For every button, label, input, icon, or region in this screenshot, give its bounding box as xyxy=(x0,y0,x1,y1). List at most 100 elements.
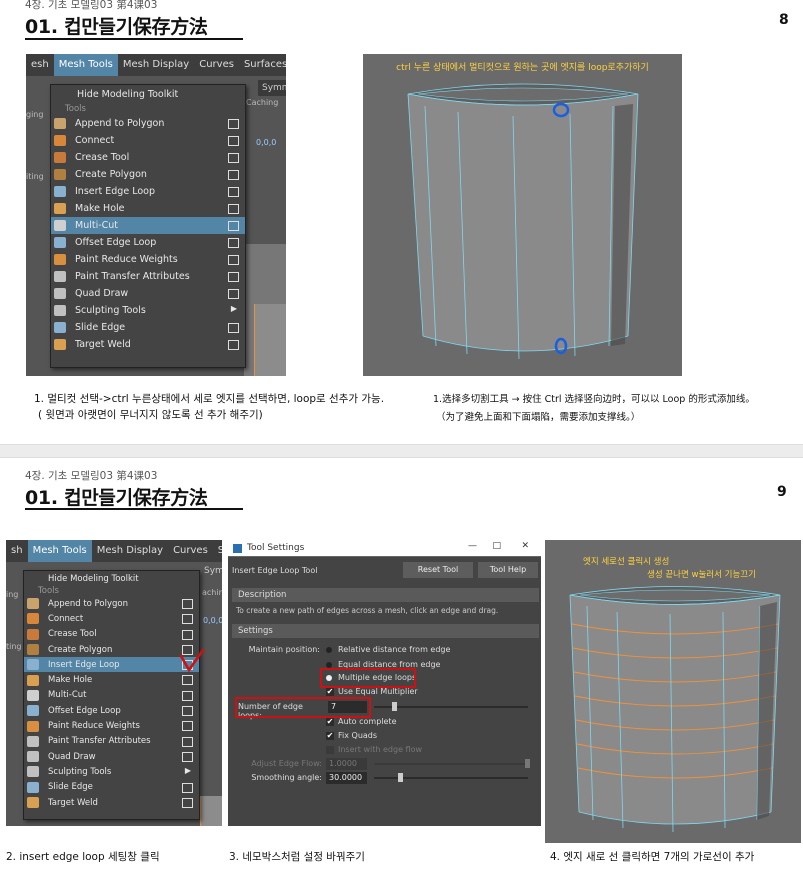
menu-item-paint-transfer-attributes[interactable]: Paint Transfer Attributes xyxy=(24,734,199,749)
menu-item-label: Paint Reduce Weights xyxy=(48,721,140,732)
option-box-icon[interactable] xyxy=(228,136,239,146)
menu-item-slide-edge[interactable]: Slide Edge xyxy=(24,780,199,795)
option-box-icon[interactable] xyxy=(228,289,239,299)
option-box-icon[interactable] xyxy=(228,187,239,197)
menu-item-paint-reduce-weights[interactable]: Paint Reduce Weights xyxy=(51,251,245,268)
menu-item-quad-draw[interactable]: Quad Draw xyxy=(24,749,199,764)
option-box-icon[interactable] xyxy=(182,599,193,609)
settings-header[interactable]: Settings xyxy=(232,624,539,638)
append-to-polygon-icon xyxy=(54,118,66,129)
menu-item-crease-tool[interactable]: Crease Tool xyxy=(24,627,199,642)
menu-mesh[interactable]: esh xyxy=(26,54,54,76)
menu-curves-p9[interactable]: Curves xyxy=(168,540,213,562)
quad-draw-icon xyxy=(27,751,39,763)
smoothing-angle-field[interactable]: 30.0000 xyxy=(326,772,367,784)
maya-menubar-p9: sh Mesh Tools Mesh Display Curves Surfac… xyxy=(6,540,222,562)
option-box-icon[interactable] xyxy=(182,629,193,640)
auto-complete-checkbox[interactable]: ✔ Auto complete xyxy=(326,717,396,726)
option-box-icon[interactable] xyxy=(228,153,239,163)
menu-item-connect[interactable]: Connect xyxy=(51,132,245,149)
symmetry-field[interactable]: Symme xyxy=(258,80,286,96)
connect-icon xyxy=(27,613,39,625)
menu-surfaces-p9[interactable]: Surfaces xyxy=(213,540,222,562)
menu-item-make-hole[interactable]: Make Hole xyxy=(24,672,199,687)
minimize-icon[interactable]: — xyxy=(468,541,477,551)
menu-item-quad-draw[interactable]: Quad Draw xyxy=(51,285,245,302)
menu-item-label: Offset Edge Loop xyxy=(48,705,121,716)
ging-label: ging xyxy=(26,110,44,119)
menu-item-slide-edge[interactable]: Slide Edge xyxy=(51,319,245,336)
option-box-icon[interactable] xyxy=(228,221,239,231)
close-icon[interactable]: ✕ xyxy=(521,541,529,551)
menu-item-insert-edge-loop[interactable]: Insert Edge Loop xyxy=(24,657,199,673)
menu-mesh-display[interactable]: Mesh Display xyxy=(118,54,194,76)
insert-with-edge-flow-checkbox[interactable]: Insert with edge flow xyxy=(326,745,422,754)
menu-curves[interactable]: Curves xyxy=(194,54,239,76)
option-box-icon[interactable] xyxy=(228,238,239,248)
menu-item-label: Connect xyxy=(48,613,84,624)
menu-item-target-weld[interactable]: Target Weld xyxy=(51,336,245,353)
option-box-icon[interactable] xyxy=(182,751,193,762)
menu-item-create-polygon[interactable]: Create Polygon xyxy=(24,642,199,657)
option-box-icon[interactable] xyxy=(228,170,239,180)
option-box-icon[interactable] xyxy=(228,119,239,129)
multi-cut-icon xyxy=(54,220,66,231)
menu-item-multi-cut[interactable]: Multi-Cut xyxy=(51,217,245,234)
option-box-icon[interactable] xyxy=(228,340,239,350)
chapter-label-p9: 4장. 기초 모델링03 第4课03 xyxy=(25,470,158,482)
edge-loops-slider-knob[interactable] xyxy=(392,702,397,711)
reset-tool-button[interactable]: Reset Tool xyxy=(403,562,473,578)
option-box-icon[interactable] xyxy=(182,782,193,793)
menu-mesh-p9[interactable]: sh xyxy=(6,540,28,562)
option-box-icon[interactable] xyxy=(182,721,193,732)
adjust-edge-flow-slider[interactable] xyxy=(374,763,528,765)
menu-item-target-weld[interactable]: Target Weld xyxy=(24,795,199,810)
menu-mesh-display-p9[interactable]: Mesh Display xyxy=(92,540,168,562)
menu-item-make-hole[interactable]: Make Hole xyxy=(51,200,245,217)
tool-help-button[interactable]: Tool Help xyxy=(478,562,538,578)
menu-item-paint-transfer-attributes[interactable]: Paint Transfer Attributes xyxy=(51,268,245,285)
option-box-icon[interactable] xyxy=(228,204,239,214)
menu-item-connect[interactable]: Connect xyxy=(24,611,199,626)
option-box-icon[interactable] xyxy=(182,736,193,747)
option-box-icon[interactable] xyxy=(182,706,193,717)
relative-distance-option[interactable]: Relative distance from edge xyxy=(326,645,450,654)
menu-surfaces[interactable]: Surfaces xyxy=(239,54,286,76)
page-separator xyxy=(0,444,803,458)
coords-label-p9: 0,0,0 xyxy=(203,616,222,625)
description-header[interactable]: Description xyxy=(232,588,539,602)
menu-item-sculpting-tools[interactable]: Sculpting Tools ▶ xyxy=(51,302,245,319)
option-box-icon[interactable] xyxy=(228,272,239,282)
menu-item-multi-cut[interactable]: Multi-Cut xyxy=(24,688,199,703)
option-box-icon[interactable] xyxy=(182,675,193,686)
option-box-icon[interactable] xyxy=(182,797,193,808)
menu-item-create-polygon[interactable]: Create Polygon xyxy=(51,166,245,183)
option-box-icon[interactable] xyxy=(228,255,239,265)
use-equal-multiplier-checkbox[interactable]: ✔ Use Equal Multiplier xyxy=(326,687,418,696)
smoothing-angle-knob[interactable] xyxy=(398,773,403,782)
option-box-icon[interactable] xyxy=(182,614,193,625)
menu-item-label: Create Polygon xyxy=(48,644,113,655)
maximize-icon[interactable]: □ xyxy=(492,541,501,551)
menu-item-append-to-polygon[interactable]: Append to Polygon xyxy=(24,596,199,611)
adjust-edge-flow-field[interactable]: 1.0000 xyxy=(326,758,367,770)
hide-modeling-toolkit-item[interactable]: Hide Modeling Toolkit xyxy=(51,85,245,103)
menu-item-offset-edge-loop[interactable]: Offset Edge Loop xyxy=(24,703,199,718)
maya-menu-screenshot: esh Mesh Tools Mesh Display Curves Surfa… xyxy=(26,54,286,376)
adjust-edge-flow-knob[interactable] xyxy=(525,759,530,768)
menu-mesh-tools[interactable]: Mesh Tools xyxy=(53,54,118,76)
cup-viewport-p9: 엣지 세로선 클릭시 생성 생성 끝나면 w눌러서 기능끄기 xyxy=(545,540,801,843)
fix-quads-checkbox[interactable]: ✔ Fix Quads xyxy=(326,731,377,740)
edge-loops-slider[interactable] xyxy=(374,706,528,708)
menu-item-offset-edge-loop[interactable]: Offset Edge Loop xyxy=(51,234,245,251)
menu-item-append-to-polygon[interactable]: Append to Polygon xyxy=(51,115,245,132)
menu-item-sculpting-tools[interactable]: Sculpting Tools ▶ xyxy=(24,764,199,779)
hide-modeling-toolkit-item-p9[interactable]: Hide Modeling Toolkit xyxy=(24,571,199,586)
menu-item-insert-edge-loop[interactable]: Insert Edge Loop xyxy=(51,183,245,200)
window-title: Tool Settings xyxy=(247,543,305,553)
menu-item-paint-reduce-weights[interactable]: Paint Reduce Weights xyxy=(24,718,199,733)
option-box-icon[interactable] xyxy=(228,323,239,333)
menu-mesh-tools-p9[interactable]: Mesh Tools xyxy=(27,540,92,562)
option-box-icon[interactable] xyxy=(182,690,193,701)
menu-item-crease-tool[interactable]: Crease Tool xyxy=(51,149,245,166)
